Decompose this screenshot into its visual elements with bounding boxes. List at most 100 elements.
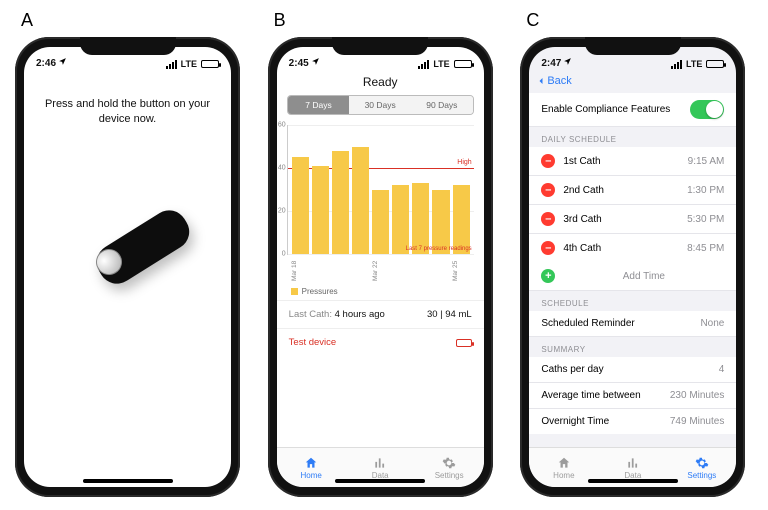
home-icon	[304, 456, 318, 470]
summary-value: 749 Minutes	[670, 416, 724, 427]
location-icon	[311, 57, 320, 69]
phone-frame-c: 2:47 LTE Back Enable Compliance Features	[520, 37, 745, 497]
page-title: Ready	[277, 71, 484, 89]
minus-icon[interactable]: –	[541, 154, 555, 168]
readings-note: Last 7 pressure readings	[406, 246, 472, 252]
reminder-value: None	[700, 318, 724, 329]
battery-icon	[454, 60, 472, 68]
minus-icon[interactable]: –	[541, 183, 555, 197]
pressure-chart: 0204060HighLast 7 pressure readings	[287, 125, 474, 255]
x-tick	[351, 259, 368, 283]
clock: 2:45	[289, 58, 309, 69]
screen-c: 2:47 LTE Back Enable Compliance Features	[529, 47, 736, 487]
y-tick: 20	[277, 208, 286, 215]
battery-icon	[706, 60, 724, 68]
cath-time: 1:30 PM	[687, 185, 724, 196]
summary-label: Overnight Time	[541, 416, 670, 427]
home-indicator	[83, 479, 173, 483]
figure-label-b: B	[274, 10, 501, 31]
summary-value: 4	[719, 364, 725, 375]
battery-low-icon	[456, 339, 472, 347]
x-tick	[311, 259, 328, 283]
cath-time: 9:15 AM	[688, 156, 725, 167]
cath-row[interactable]: –3rd Cath5:30 PM	[529, 205, 736, 234]
notch	[585, 37, 681, 55]
phone-frame-a: 2:46 LTE Press and hold the button on yo…	[15, 37, 240, 497]
home-icon	[557, 456, 571, 470]
minus-icon[interactable]: –	[541, 212, 555, 226]
chart-legend: Pressures	[291, 287, 470, 296]
battery-icon	[201, 60, 219, 68]
x-tick	[331, 259, 348, 283]
segmented-control[interactable]: 7 Days 30 Days 90 Days	[287, 95, 474, 115]
toggle-switch[interactable]	[690, 100, 724, 119]
section-summary: SUMMARY	[529, 337, 736, 357]
home-indicator	[588, 479, 678, 483]
tab-home-label: Home	[553, 471, 574, 480]
notch	[80, 37, 176, 55]
tab-settings-label: Settings	[435, 471, 464, 480]
cath-row[interactable]: –1st Cath9:15 AM	[529, 147, 736, 176]
bar	[432, 190, 449, 255]
cath-name: 3rd Cath	[563, 214, 687, 225]
clock: 2:46	[36, 58, 56, 69]
last-cath-row: Last Cath: 4 hours ago 30 | 94 mL	[277, 300, 484, 328]
bar	[372, 190, 389, 255]
segment-7days[interactable]: 7 Days	[288, 96, 350, 114]
summary-row: Caths per day4	[529, 357, 736, 383]
enable-compliance-row[interactable]: Enable Compliance Features	[529, 93, 736, 127]
cath-row[interactable]: –2nd Cath1:30 PM	[529, 176, 736, 205]
chart-icon	[373, 456, 387, 470]
nav-back[interactable]: Back	[529, 71, 736, 89]
summary-row: Overnight Time749 Minutes	[529, 409, 736, 434]
summary-value: 30 | 94 mL	[427, 309, 472, 320]
minus-icon[interactable]: –	[541, 241, 555, 255]
cath-time: 5:30 PM	[687, 214, 724, 225]
cath-name: 2nd Cath	[563, 185, 687, 196]
segment-90days[interactable]: 90 Days	[411, 96, 473, 114]
reminder-label: Scheduled Reminder	[541, 318, 700, 329]
last-cath-label: Last Cath:	[289, 309, 332, 320]
carrier-text: LTE	[181, 59, 197, 69]
gear-icon	[442, 456, 456, 470]
bar	[453, 185, 470, 254]
test-device-label: Test device	[289, 337, 337, 348]
section-schedule: SCHEDULE	[529, 291, 736, 311]
segment-30days[interactable]: 30 Days	[349, 96, 411, 114]
phone-frame-b: 2:45 LTE Ready 7 Days 30 Days 90 Days	[268, 37, 493, 497]
chart-icon	[626, 456, 640, 470]
legend-text: Pressures	[302, 287, 338, 296]
summary-value: 230 Minutes	[670, 390, 724, 401]
bar	[332, 151, 349, 254]
carrier-text: LTE	[686, 59, 702, 69]
screen-a: 2:46 LTE Press and hold the button on yo…	[24, 47, 231, 487]
signal-icon	[671, 60, 682, 69]
bar	[392, 185, 409, 254]
summary-label: Average time between	[541, 390, 670, 401]
x-tick: Mar 18	[291, 259, 308, 283]
x-tick	[432, 259, 449, 283]
figure-label-a: A	[21, 10, 248, 31]
bar	[292, 157, 309, 254]
signal-icon	[166, 60, 177, 69]
bar	[312, 166, 329, 254]
tab-home-label: Home	[301, 471, 322, 480]
x-tick: Mar 22	[372, 259, 389, 283]
cath-time: 8:45 PM	[687, 243, 724, 254]
back-label: Back	[547, 75, 571, 87]
device-image	[68, 187, 188, 337]
cath-row[interactable]: –4th Cath8:45 PM	[529, 234, 736, 262]
x-tick	[412, 259, 429, 283]
section-daily-schedule: DAILY SCHEDULE	[529, 127, 736, 147]
cath-name: 4th Cath	[563, 243, 687, 254]
add-time-row[interactable]: + Add Time	[529, 262, 736, 291]
figure-label-c: C	[526, 10, 753, 31]
summary-row: Average time between230 Minutes	[529, 383, 736, 409]
test-device-row[interactable]: Test device	[277, 328, 484, 356]
last-cath-value: 4 hours ago	[335, 309, 385, 320]
gear-icon	[695, 456, 709, 470]
scheduled-reminder-row[interactable]: Scheduled Reminder None	[529, 311, 736, 337]
y-tick: 40	[277, 165, 286, 172]
y-tick: 0	[277, 251, 286, 258]
x-tick: Mar 25	[452, 259, 469, 283]
